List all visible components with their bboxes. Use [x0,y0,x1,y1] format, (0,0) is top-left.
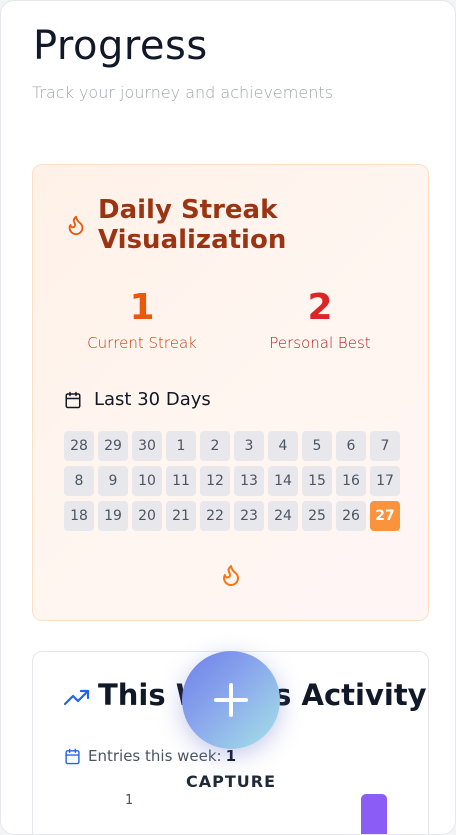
day-cell: 12 [200,466,230,496]
flame-icon [68,215,84,236]
trending-up-icon [64,689,90,706]
capture-button[interactable] [182,651,280,749]
entries-this-week: Entries this week: 1 [64,747,236,765]
personal-best-value: 2 [307,287,333,328]
day-cell: 29 [98,431,128,461]
day-cell: 10 [132,466,162,496]
progress-screen: Progress Track your journey and achievem… [0,0,456,835]
daily-streak-card: Daily Streak Visualization 1 Current Str… [32,164,429,621]
day-cell: 7 [370,431,400,461]
day-cell: 27 [370,501,400,531]
day-cell: 16 [336,466,366,496]
current-streak-value: 1 [129,287,155,328]
day-cell: 8 [64,466,94,496]
day-cell: 1 [166,431,196,461]
page-title: Progress [33,23,208,69]
calendar-icon [65,391,81,408]
day-cell: 9 [98,466,128,496]
personal-best-stat: 2 Personal Best [235,286,405,352]
day-cell: 25 [302,501,332,531]
day-cell: 13 [234,466,264,496]
capture-label: CAPTURE [185,772,276,791]
day-cell: 22 [200,501,230,531]
calendar-icon [65,748,80,764]
day-cell: 18 [64,501,94,531]
day-cell: 15 [302,466,332,496]
day-cell: 4 [268,431,298,461]
chart-axis-label: 1 [125,793,134,808]
day-cell: 2 [200,431,230,461]
day-cell: 28 [64,431,94,461]
entries-count: 1 [225,747,237,765]
day-cell: 23 [234,501,264,531]
day-cell: 21 [166,501,196,531]
day-cell: 19 [98,501,128,531]
day-cell: 20 [132,501,162,531]
streak-title: Daily Streak Visualization [98,195,287,255]
day-cell: 11 [166,466,196,496]
days-label: Last 30 Days [94,389,211,410]
day-cell: 26 [336,501,366,531]
day-cell: 6 [336,431,366,461]
flame-icon [223,565,239,586]
current-streak-stat: 1 Current Streak [57,286,227,352]
day-cell: 17 [370,466,400,496]
personal-best-label: Personal Best [269,334,371,352]
last-30-days-header: Last 30 Days [64,389,211,410]
current-streak-label: Current Streak [87,334,197,352]
day-cell: 24 [268,501,298,531]
day-cell: 14 [268,466,298,496]
plus-icon [214,683,248,717]
day-cell: 3 [234,431,264,461]
day-cell: 30 [132,431,162,461]
activity-bar [361,794,387,834]
day-grid: 28 29 30 1 2 3 4 5 6 7 8 9 10 11 12 13 14 15 16 17 18 19 20 21 2… [64,431,400,531]
day-cell: 5 [302,431,332,461]
entries-label: Entries this week: [88,747,222,765]
page-subtitle: Track your journey and achievements [32,83,333,102]
